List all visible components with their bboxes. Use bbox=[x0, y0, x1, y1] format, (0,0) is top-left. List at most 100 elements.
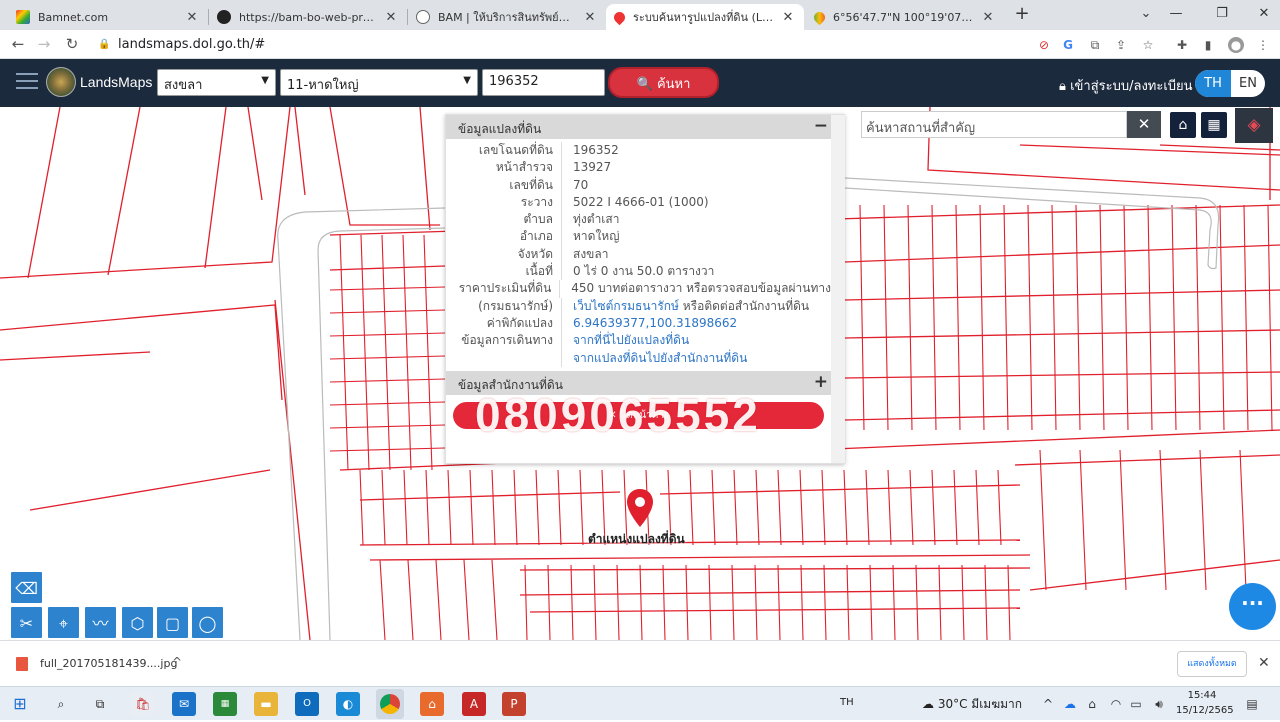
address-bar-row: ← → ↻ 🔒 landsmaps.dol.go.th/# ⊘ G ⧉ ⇪ ☆ … bbox=[0, 30, 1280, 59]
info-row: ระวาง 5022 I 4666-01 (1000) bbox=[446, 193, 831, 212]
marker-icon[interactable]: ⌖ bbox=[47, 606, 80, 639]
chat-more-icon[interactable]: ··· bbox=[1229, 583, 1276, 630]
tab-landsmaps[interactable]: ระบบค้นหารูปแปลงที่ดิน (LandsMaps) ✕ bbox=[606, 4, 804, 30]
rectangle-icon[interactable]: ▢ bbox=[156, 606, 189, 639]
show-all-button[interactable]: แสดงทั้งหมด bbox=[1177, 651, 1247, 677]
input-language[interactable]: TH bbox=[840, 697, 854, 708]
system-clock[interactable]: 15:44 15/12/2565 bbox=[1176, 688, 1234, 718]
hamburger-menu-icon[interactable] bbox=[16, 73, 38, 91]
close-icon[interactable]: ✕ bbox=[383, 10, 399, 25]
profile-icon[interactable]: ● bbox=[1228, 37, 1244, 53]
coordinates-link[interactable]: 6.94639377,100.31898662 bbox=[573, 316, 737, 330]
close-icon[interactable]: ✕ bbox=[184, 10, 200, 25]
info-row: ค่าพิกัดแปลง 6.94639377,100.31898662 bbox=[446, 314, 831, 333]
bbs-app-icon[interactable]: ▦ bbox=[213, 692, 237, 716]
search-icon[interactable]: ⌕ bbox=[49, 692, 73, 716]
chrome-icon[interactable] bbox=[376, 689, 404, 719]
notification-icon[interactable]: ▤ bbox=[1240, 692, 1264, 716]
onedrive-icon[interactable]: ☁ bbox=[1058, 692, 1082, 716]
network-icon[interactable]: ⌂ bbox=[1080, 692, 1104, 716]
treasury-website-link[interactable]: เว็บไซต์กรมธนารักษ์ bbox=[573, 299, 679, 313]
chevron-up-icon[interactable]: ^ bbox=[172, 655, 182, 669]
panel-scrollbar[interactable] bbox=[831, 115, 845, 463]
tab-google-maps[interactable]: 6°56'47.7"N 100°19'07.7"E - Google Maps … bbox=[806, 4, 1004, 30]
download-filename[interactable]: full_201705181439....jpg bbox=[40, 657, 177, 670]
info-row: ตำบล ทุ่งตำเสา bbox=[446, 211, 831, 229]
parcel-info-header[interactable]: ข้อมูลแปลงที่ดิน − bbox=[446, 115, 831, 139]
close-icon[interactable]: ✕ bbox=[780, 10, 796, 25]
side-panel-icon[interactable]: ▮ bbox=[1200, 37, 1216, 53]
circle-icon[interactable]: ◯ bbox=[191, 606, 224, 639]
layers-icon[interactable]: ◈ bbox=[1235, 108, 1273, 143]
close-icon[interactable]: ✕ bbox=[980, 10, 996, 25]
lock-icon[interactable]: 🔒 bbox=[98, 39, 110, 50]
close-icon[interactable]: ✕ bbox=[1258, 655, 1270, 671]
star-icon[interactable]: ☆ bbox=[1140, 37, 1156, 53]
home-app-icon[interactable]: ⌂ bbox=[420, 692, 444, 716]
blocked-icon[interactable]: ⊘ bbox=[1036, 37, 1052, 53]
weather-widget[interactable]: ☁ 30°C มีเมฆมาก bbox=[922, 695, 1022, 714]
outlook-icon[interactable]: O bbox=[295, 692, 319, 716]
powerpoint-icon[interactable]: P bbox=[502, 692, 526, 716]
app-header: LandsMaps สงขลา ▼ 11-หาดใหญ่ ▼ 196352 🔍 ค้… bbox=[0, 59, 1280, 107]
place-search-input[interactable]: ค้นหาสถานที่สำคัญ bbox=[861, 111, 1127, 138]
lang-en-button[interactable]: EN bbox=[1231, 70, 1265, 97]
tray-chevron-icon[interactable]: ^ bbox=[1036, 692, 1060, 716]
task-view-icon[interactable]: ⧉ bbox=[88, 692, 112, 716]
district-select[interactable]: 11-หาดใหญ่ ▼ bbox=[280, 69, 478, 96]
edge-icon[interactable]: ◐ bbox=[336, 692, 360, 716]
minimize-button[interactable]: — bbox=[1164, 3, 1188, 25]
file-explorer-icon[interactable]: ▬ bbox=[254, 692, 278, 716]
dol-logo bbox=[46, 67, 76, 97]
reload-icon[interactable]: ↻ bbox=[62, 34, 82, 54]
url-field[interactable]: landsmaps.dol.go.th/# bbox=[118, 37, 265, 52]
tab-bam-bo[interactable]: https://bam-bo-web-prd.bam.co.th ✕ bbox=[209, 4, 407, 30]
bamnet-favicon-icon bbox=[16, 10, 30, 24]
info-row: เลขโฉนดที่ดิน 196352 bbox=[446, 142, 831, 160]
polyline-icon[interactable]: 〰 bbox=[84, 606, 117, 639]
tab-bamnet[interactable]: Bamnet.com ✕ bbox=[8, 4, 208, 30]
new-tab-button[interactable]: + bbox=[1012, 5, 1032, 25]
chevron-down-icon[interactable]: ⌄ bbox=[1134, 3, 1158, 25]
restore-button[interactable]: ❐ bbox=[1210, 3, 1234, 25]
forward-icon[interactable]: → bbox=[34, 34, 54, 54]
menu-dots-icon[interactable]: ⋮ bbox=[1255, 37, 1271, 53]
home-icon[interactable]: ⌂ bbox=[1169, 111, 1197, 139]
close-icon[interactable]: ✕ bbox=[582, 10, 598, 25]
map-pin-icon[interactable] bbox=[625, 488, 655, 528]
mail-icon[interactable]: ✉ bbox=[172, 692, 196, 716]
volume-icon[interactable]: 🔊︎ bbox=[1147, 692, 1171, 716]
eraser-icon[interactable]: ⌫ bbox=[10, 571, 43, 604]
grid-icon[interactable]: ▦ bbox=[1200, 111, 1228, 139]
polygon-icon[interactable]: ⬡ bbox=[121, 606, 154, 639]
province-select[interactable]: สงขลา ▼ bbox=[157, 69, 276, 96]
tab-bam[interactable]: BAM | ให้บริการสินทรัพย์ด้านอสังหาริมทรั… bbox=[408, 4, 606, 30]
parcel-number-input[interactable]: 196352 bbox=[482, 69, 605, 96]
battery-icon[interactable]: ▭ bbox=[1124, 692, 1148, 716]
store-icon[interactable]: 🛍 bbox=[131, 692, 155, 716]
directions-to-office-link[interactable]: จากแปลงที่ดินไปยังสำนักงานที่ดิน bbox=[573, 351, 747, 365]
clear-search-icon[interactable]: ✕ bbox=[1127, 111, 1161, 138]
translate-icon[interactable]: ⧉ bbox=[1087, 37, 1103, 53]
google-icon[interactable]: G bbox=[1060, 37, 1076, 53]
chevron-down-icon: ▼ bbox=[261, 75, 269, 86]
lock-icon: 🔒︎ bbox=[1059, 79, 1066, 94]
search-button[interactable]: 🔍 ค้นหา bbox=[608, 67, 719, 98]
lang-th-button[interactable]: TH bbox=[1195, 70, 1231, 97]
window-close-button[interactable]: ✕ bbox=[1252, 3, 1276, 25]
windows-start-icon[interactable]: ⊞ bbox=[8, 692, 32, 716]
google-maps-favicon-icon bbox=[811, 9, 828, 25]
pdf-icon[interactable]: A bbox=[462, 692, 486, 716]
expand-icon[interactable]: + bbox=[814, 371, 828, 393]
collapse-icon[interactable]: − bbox=[814, 115, 828, 137]
info-row: เลขที่ดิน 70 bbox=[446, 176, 831, 194]
measure-icon[interactable]: ✂ bbox=[10, 606, 43, 639]
login-link[interactable]: 🔒︎ เข้าสู่ระบบ/ลงทะเบียน bbox=[1059, 75, 1193, 96]
info-row: เนื้อที่ 0 ไร่ 0 งาน 50.0 ตารางวา bbox=[446, 263, 831, 281]
back-icon[interactable]: ← bbox=[8, 34, 28, 54]
share-icon[interactable]: ⇪ bbox=[1113, 37, 1129, 53]
extensions-icon[interactable]: ✚ bbox=[1174, 37, 1190, 53]
parcel-info-table: เลขโฉนดที่ดิน 196352 หน้าสำรวจ 13927 เลขที… bbox=[446, 142, 831, 367]
directions-to-parcel-link[interactable]: จากที่นี่ไปยังแปลงที่ดิน bbox=[573, 333, 689, 347]
info-row: อำเภอ หาดใหญ่ bbox=[446, 228, 831, 246]
